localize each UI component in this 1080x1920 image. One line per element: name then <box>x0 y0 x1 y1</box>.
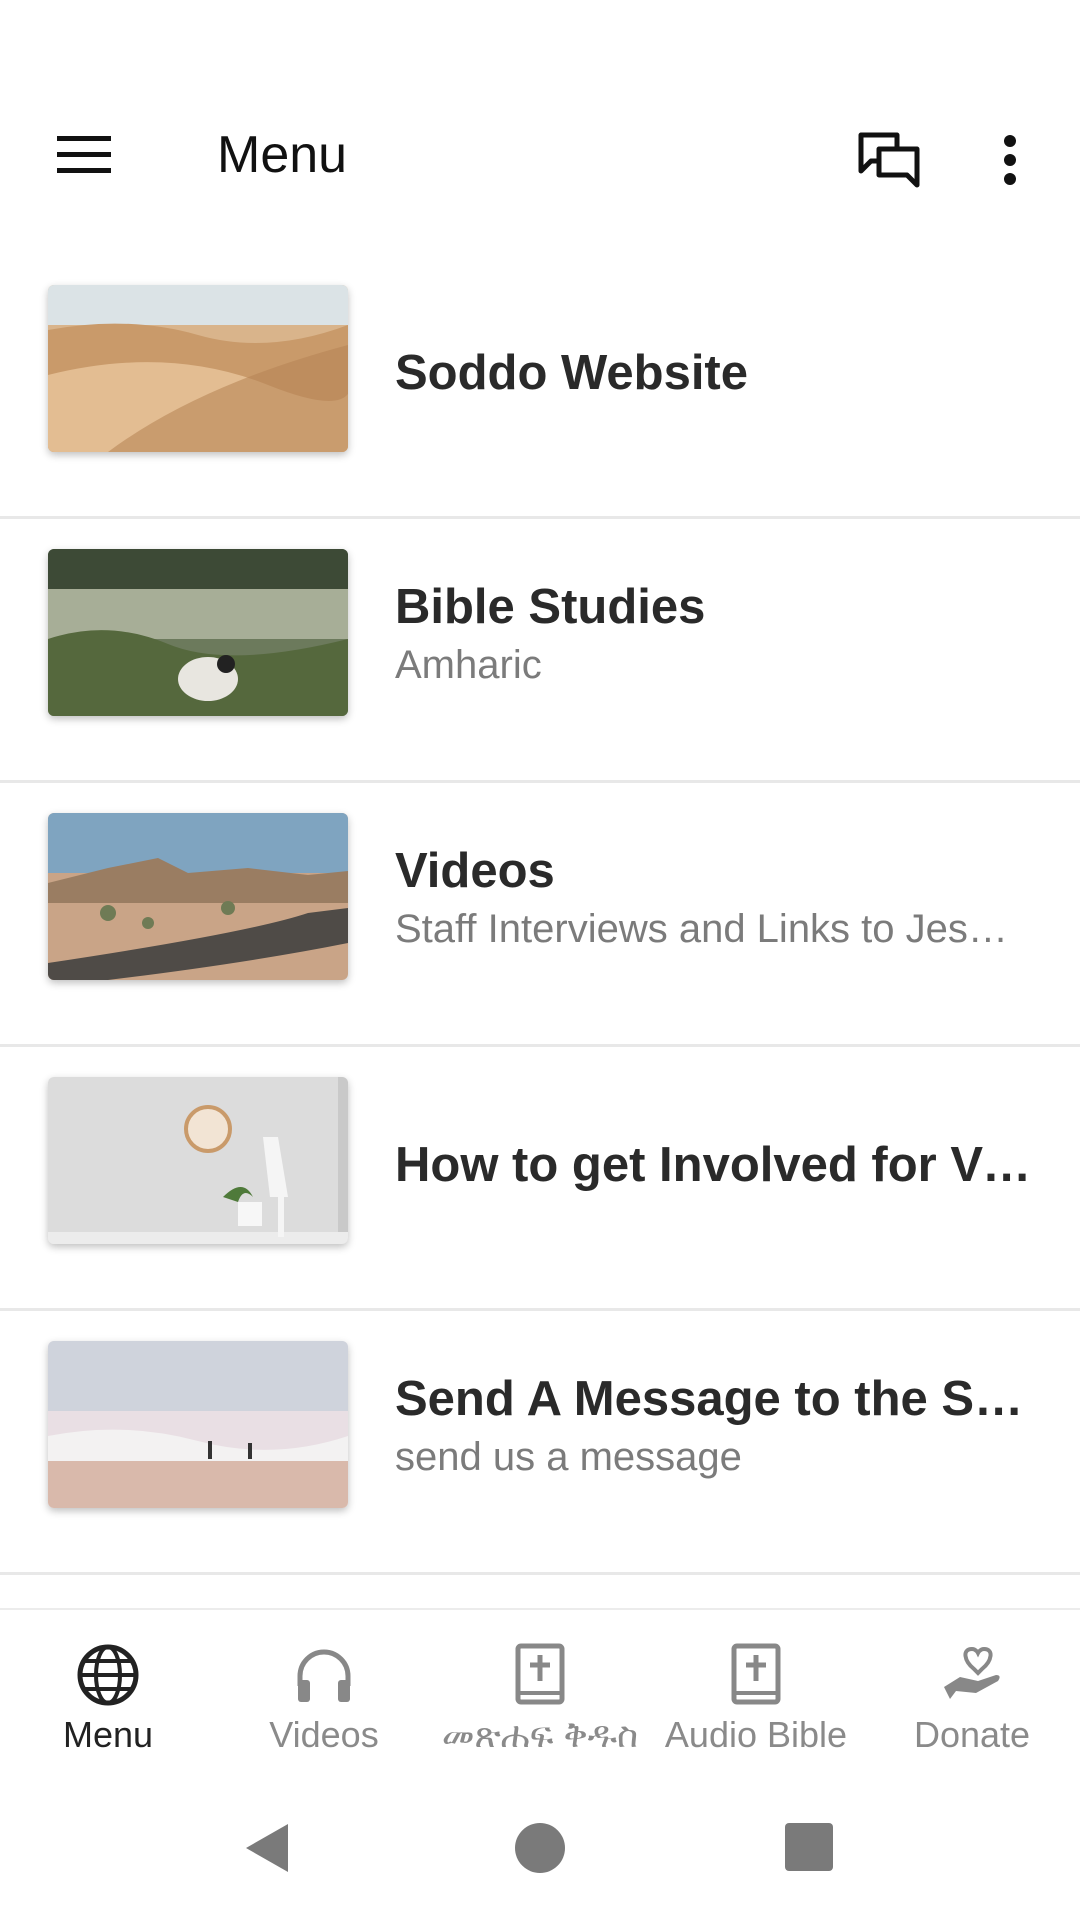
more-options-button[interactable] <box>980 120 1040 200</box>
recent-apps-icon[interactable] <box>785 1823 833 1871</box>
hamburger-menu-icon <box>57 136 111 173</box>
system-navigation-bar <box>0 1778 1080 1920</box>
nav-item-videos[interactable]: Videos <box>216 1610 432 1778</box>
nav-label: Audio Bible <box>664 1714 848 1755</box>
item-title: Send A Message to the So… <box>395 1372 1040 1426</box>
headphones-icon <box>297 1649 351 1702</box>
item-title: Soddo Website <box>395 346 749 400</box>
back-icon[interactable] <box>240 1818 300 1878</box>
nav-label: መጽሐፍ ቅዱስ <box>441 1714 639 1755</box>
screen: Menu Soddo Website Bible Studies Amharic… <box>0 0 1080 1920</box>
item-subtitle: Amharic <box>395 643 542 687</box>
bible-icon <box>515 1643 565 1705</box>
chat-button[interactable] <box>850 120 930 200</box>
app-bar: Menu <box>0 0 1080 255</box>
item-title: Videos <box>395 844 555 898</box>
thumbnail-clock-wall-plant <box>48 1077 348 1244</box>
list-item-videos[interactable]: Videos Staff Interviews and Links to Jes… <box>0 783 1080 1047</box>
chat-icon <box>858 132 920 188</box>
item-subtitle: send us a message <box>395 1435 742 1479</box>
more-vert-icon <box>1004 135 1016 185</box>
nav-item-audio-bible[interactable]: Audio Bible <box>648 1610 864 1778</box>
list-item-bible-studies[interactable]: Bible Studies Amharic <box>0 519 1080 783</box>
nav-label: Menu <box>62 1714 154 1755</box>
globe-icon <box>77 1644 139 1706</box>
item-title: Bible Studies <box>395 580 706 634</box>
menu-list: Soddo Website Bible Studies Amharic Vide… <box>0 255 1080 1615</box>
item-title: How to get Involved for Vi… <box>395 1138 1040 1192</box>
thumbnail-lamb-in-field <box>48 549 348 716</box>
nav-item-menu[interactable]: Menu <box>0 1610 216 1778</box>
page-title: Menu <box>217 126 348 184</box>
donate-hand-heart-icon <box>944 1646 1000 1699</box>
thumbnail-desert-dunes <box>48 285 348 452</box>
thumbnail-beach-waves <box>48 1341 348 1508</box>
home-icon[interactable] <box>515 1823 565 1873</box>
bible-icon <box>731 1643 781 1705</box>
list-item-send-message[interactable]: Send A Message to the So… send us a mess… <box>0 1311 1080 1575</box>
hamburger-menu-button[interactable] <box>40 120 130 190</box>
item-subtitle: Staff Interviews and Links to Jes… <box>395 907 1008 951</box>
list-item-soddo-website[interactable]: Soddo Website <box>0 255 1080 519</box>
list-item-get-involved[interactable]: How to get Involved for Vi… <box>0 1047 1080 1311</box>
bottom-navigation: Menu Videos መጽሐፍ ቅዱስ Audio Bible Donate <box>0 1608 1080 1778</box>
nav-item-bible-amharic[interactable]: መጽሐፍ ቅዱስ <box>432 1610 648 1778</box>
nav-label: Videos <box>269 1714 379 1755</box>
thumbnail-desert-road <box>48 813 348 980</box>
nav-label: Donate <box>913 1714 1031 1755</box>
nav-item-donate[interactable]: Donate <box>864 1610 1080 1778</box>
